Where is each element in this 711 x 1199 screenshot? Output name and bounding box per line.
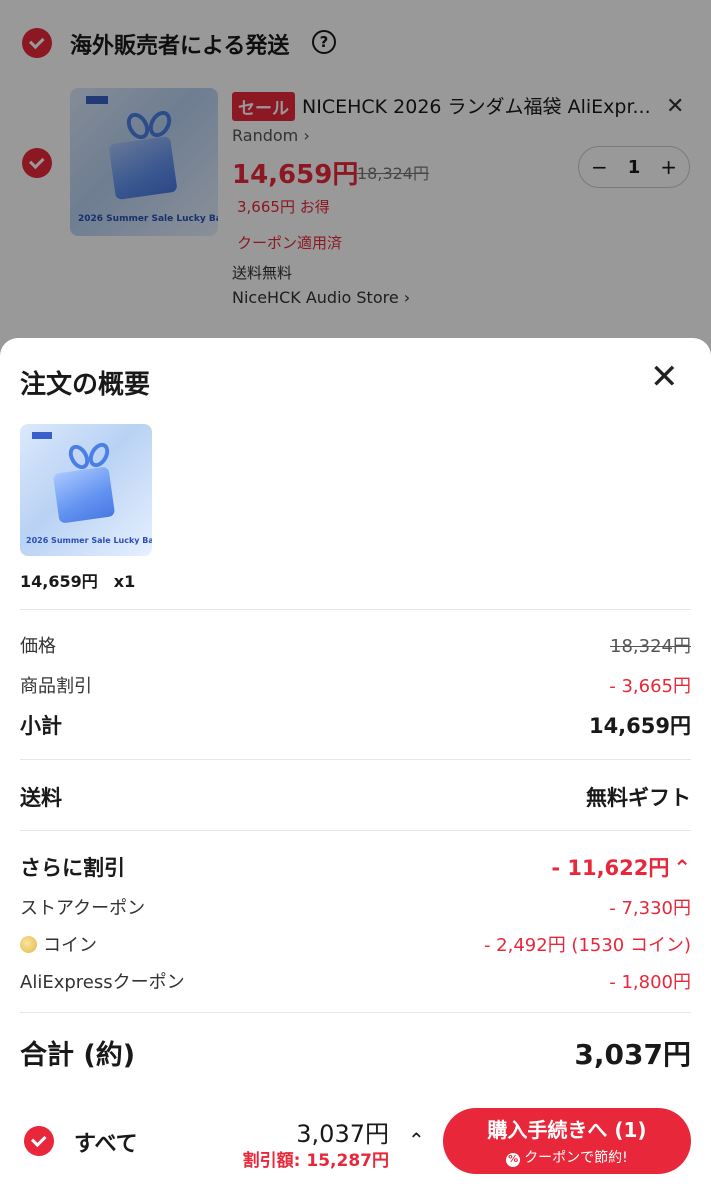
store-coupon-label: ストアクーポン (20, 898, 146, 919)
aliexpress-coupon-label: AliExpressクーポン (20, 972, 185, 993)
select-all-checkbox[interactable] (24, 1126, 54, 1156)
gift-box-icon (52, 466, 116, 524)
bar-discount-amount: 割引額: 15,287円 (242, 1151, 389, 1171)
shipping-value: 無料ギフト (586, 786, 691, 810)
percent-icon: % (506, 1153, 521, 1167)
order-summary-sheet: 注文の概要 ✕ 2026 Summer Sale Lucky Bag 14,65… (0, 338, 711, 1199)
summary-item-price-qty: 14,659円 x1 (20, 572, 136, 591)
divider (20, 609, 691, 610)
sheet-title: 注文の概要 (20, 370, 151, 400)
checkout-sublabel: % クーポンで節約! (443, 1147, 691, 1167)
coin-label: コイン (43, 935, 97, 956)
checkout-button[interactable]: 購入手続きへ (1) % クーポンで節約! (443, 1108, 691, 1174)
subtotal-value: 14,659円 (588, 714, 691, 738)
bar-total-price: 3,037円 (296, 1120, 389, 1148)
extra-discount-toggle[interactable]: - 11,622円 ⌃ (551, 852, 691, 882)
item-discount-value: - 3,665円 (609, 676, 691, 697)
divider (20, 830, 691, 831)
store-coupon-value: - 7,330円 (609, 898, 691, 919)
summary-image-caption: 2026 Summer Sale Lucky Bag (26, 536, 152, 545)
divider (20, 1012, 691, 1013)
coin-row-label: コイン (20, 931, 97, 957)
shipping-label: 送料 (20, 786, 62, 810)
close-icon[interactable]: ✕ (650, 360, 679, 394)
coupon-save-text: クーポンで節約! (524, 1150, 628, 1166)
price-label: 価格 (20, 636, 56, 657)
coin-value: - 2,492円 (1530 コイン) (483, 935, 691, 956)
total-label: 合計 (約) (20, 1040, 136, 1071)
coin-icon (20, 936, 37, 953)
price-value: 18,324円 (610, 636, 691, 657)
checkout-label: 購入手続きへ (1) (487, 1118, 647, 1142)
aliexpress-coupon-value: - 1,800円 (609, 972, 691, 993)
chevron-up-icon: ⌃ (673, 856, 691, 880)
subtotal-label: 小計 (20, 714, 62, 738)
chevron-up-icon[interactable]: ⌃ (408, 1128, 425, 1152)
divider (20, 759, 691, 760)
gift-bow-right (84, 439, 114, 471)
extra-discount-value: - 11,622円 (551, 856, 670, 880)
select-all-label[interactable]: すべて (74, 1126, 138, 1158)
item-discount-label: 商品割引 (20, 676, 92, 697)
total-value: 3,037円 (574, 1038, 691, 1071)
summary-item-thumbnail: 2026 Summer Sale Lucky Bag (20, 424, 152, 556)
brand-logo-icon (32, 432, 52, 439)
extra-discount-label: さらに割引 (20, 856, 125, 880)
